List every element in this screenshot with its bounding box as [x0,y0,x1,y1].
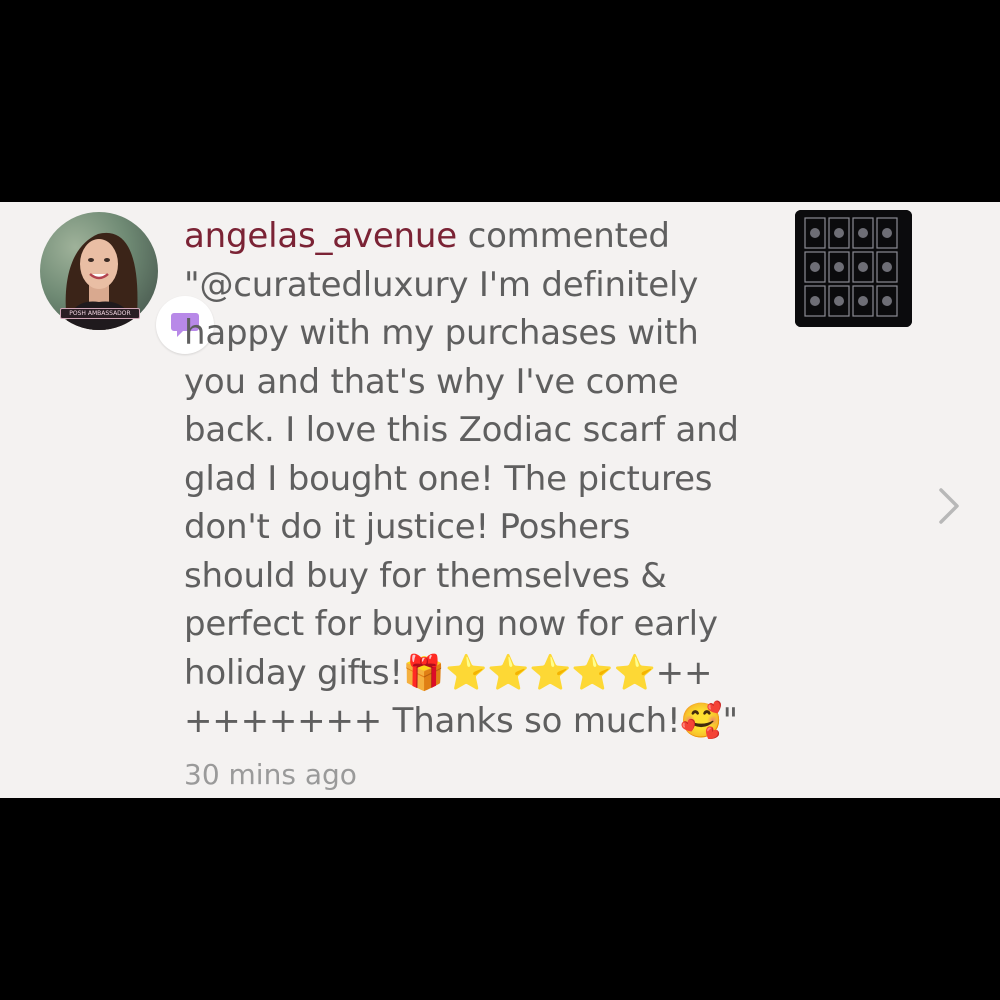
comment-notification-card[interactable]: POSH AMBASSADOR angelas_avenue commented… [0,202,1000,798]
comment-line: back. I love this Zodiac scarf and [184,410,739,450]
zodiac-scarf-thumbnail [795,210,912,327]
comment-line: don't do it justice! Poshers [184,507,631,547]
ambassador-tag: POSH AMBASSADOR [60,308,140,319]
listing-thumbnail[interactable] [795,210,912,327]
username-link[interactable]: angelas_avenue [184,216,457,256]
comment-line: holiday gifts!🎁⭐⭐⭐⭐⭐++ [184,652,713,693]
comment-line: perfect for buying now for early [184,604,718,644]
comment-line: you and that's why I've come [184,361,679,402]
comment-header: angelas_avenue commented [184,212,784,261]
user-avatar-group[interactable]: POSH AMBASSADOR [40,212,214,354]
timestamp: 30 mins ago [184,758,357,791]
top-black-band [0,0,1000,202]
comment-line: "@curatedluxury I'm definitely [184,264,699,305]
action-label: commented [467,216,670,256]
comment-line: glad I bought one! The pictures [184,458,713,499]
chevron-right-icon[interactable] [934,486,964,526]
comment-line: happy with my purchases with [184,313,699,353]
comment-text-block[interactable]: angelas_avenue commented "@curatedluxury… [184,212,784,746]
comment-line: should buy for themselves & [184,555,667,596]
comment-line: +++++++ Thanks so much!🥰" [184,701,738,741]
bottom-black-band [0,798,1000,1000]
